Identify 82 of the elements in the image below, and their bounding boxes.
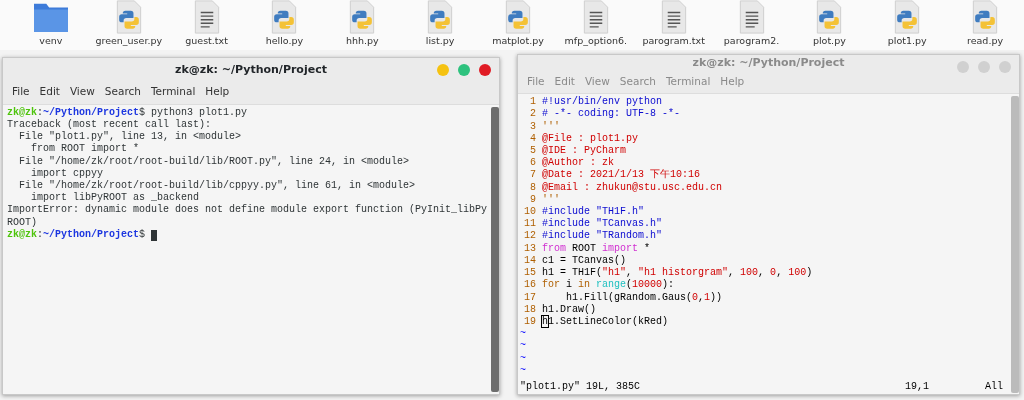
menu-item[interactable]: View [64, 84, 100, 100]
menu-item[interactable]: Help [200, 84, 235, 100]
line-number: 5 [529, 145, 537, 158]
file-name: mfp_option6. [564, 35, 628, 46]
code-line: for i in range(10000): [542, 279, 675, 292]
line-number: 14 [523, 254, 537, 268]
file-name: plot.py [812, 35, 846, 46]
line-number: 4 [529, 132, 537, 146]
empty-line-marker: ~ [520, 364, 527, 377]
code-line: @IDE : PyCharm [542, 145, 626, 157]
file-name: green_user.py [95, 35, 163, 46]
file-name: list.py [425, 35, 455, 46]
line-number: 12 [523, 230, 537, 243]
line-number: 13 [523, 242, 537, 255]
menu-item[interactable]: Search [99, 84, 146, 100]
scroll-position: All [985, 380, 1003, 394]
status-message: "plot1.py" 19L, 385C [520, 380, 641, 394]
line-number: 8 [529, 181, 537, 194]
terminal-line: Traceback (most recent call last): [7, 118, 213, 131]
line-number: 3 [529, 120, 537, 133]
code-line: h1.Draw() [542, 303, 596, 316]
code-line: @File : plot1.py [542, 132, 638, 145]
code-line: @Author : zk [542, 157, 614, 169]
terminal-line: import libPyROOT as _backend [30, 192, 201, 204]
line-number: 16 [523, 279, 537, 292]
file-name: read.py [967, 35, 1004, 46]
scrollbar[interactable] [491, 106, 499, 392]
cursor-position: 19,1 [904, 380, 929, 394]
file-name: hello.py [265, 35, 304, 46]
code-line: ''' [542, 193, 560, 206]
empty-line-marker: ~ [520, 352, 527, 365]
code-line: @Email : zhukun@stu.usc.edu.cn [542, 181, 723, 194]
terminal-line: ROOT) [7, 216, 38, 229]
window-button[interactable] [479, 64, 491, 76]
scrollbar[interactable] [1011, 96, 1019, 394]
code-line: # -*- coding: UTF-8 -*- [542, 108, 681, 121]
empty-line-marker: ~ [520, 328, 527, 341]
file-name: parogram.txt [642, 35, 705, 46]
line-number: 19 [523, 315, 537, 329]
terminal-line: File "/home/zk/root/root-build/lib/cppyy.py", line 61, in <module> [18, 179, 417, 192]
file-name: hhh.py [345, 35, 379, 46]
line-number: 1 [529, 96, 537, 109]
terminal-line: zk@zk:~/Python/Project$ python3 plot1.py [7, 106, 249, 119]
menu-item[interactable]: Terminal [145, 84, 201, 100]
line-number: 17 [523, 291, 537, 304]
line-number: 2 [529, 108, 537, 121]
code-line: #include "TH1F.h" [542, 206, 645, 218]
file-name: parogram2. [723, 35, 780, 46]
menu-item[interactable]: File [7, 84, 35, 100]
line-number: 10 [523, 206, 537, 219]
line-number: 9 [529, 193, 537, 207]
terminal-line: zk@zk:~/Python/Project$ [7, 228, 147, 241]
terminal-line: File "plot1.py", line 13, in <module> [18, 131, 243, 143]
code-line: h1.Fill(gRandom.Gaus(0,1)) [565, 291, 723, 304]
file-name: venv [39, 35, 63, 46]
terminal-line: ImportError: dynamic module does not define module export function (PyInit_libPy [7, 204, 488, 217]
terminal-line: File "/home/zk/root/root-build/lib/ROOT.py", line 24, in <module> [18, 155, 411, 168]
line-number: 7 [529, 169, 537, 182]
file-name: guest.txt [185, 35, 228, 46]
window-title: zk@zk: ~/Python/Project [175, 61, 327, 78]
code-line: #include "TCanvas.h" [542, 218, 663, 230]
code-line: #include "TRandom.h" [542, 230, 663, 243]
file-name: plot1.py [887, 35, 927, 46]
empty-line-marker: ~ [520, 340, 527, 353]
line-number: 11 [523, 218, 537, 231]
text-cursor [151, 229, 158, 241]
python-file-icon[interactable] [503, 0, 533, 34]
code-line: from ROOT import * [542, 242, 651, 255]
menu-item[interactable]: Edit [34, 84, 65, 100]
code-line: #!usr/bin/env python [542, 96, 663, 108]
code-line: h1.SetLineColor(kRed) [542, 315, 669, 329]
code-line: @Date : 2021/1/13 下午10:16 [542, 169, 701, 182]
window-title: zk@zk: ~/Python/Project [692, 55, 845, 71]
code-line: ''' [542, 120, 560, 133]
terminal-line: from ROOT import * [30, 143, 141, 156]
line-number: 18 [523, 303, 537, 316]
code-line: h1 = TH1F("h1", "h1 historgram", 100, 0, 100) [542, 267, 813, 279]
line-number: 15 [523, 267, 537, 280]
line-number: 6 [529, 157, 537, 170]
terminal-line: import cppyy [30, 167, 104, 180]
file-name: matplot.py [492, 35, 544, 46]
code-line: c1 = TCanvas() [542, 254, 626, 267]
